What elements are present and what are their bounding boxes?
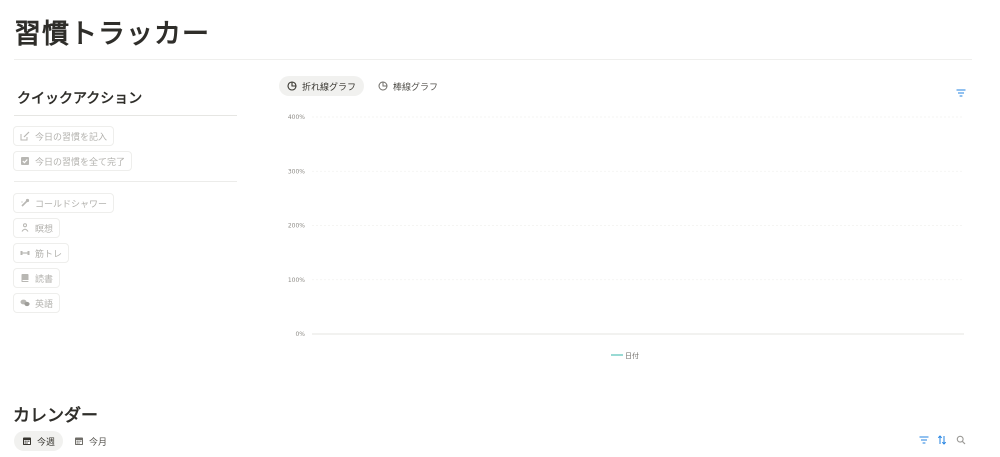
calendar-icon	[74, 436, 84, 446]
quick-actions-separator	[14, 181, 237, 182]
calendar-heading: カレンダー	[13, 406, 98, 426]
fill-today-habits-label: 今日の習慣を記入	[35, 132, 108, 143]
habit-button-label: 英語	[35, 299, 54, 310]
chart-legend: 日付	[611, 351, 639, 360]
chart-icon	[378, 81, 388, 91]
search-icon[interactable]	[955, 434, 967, 446]
habit-button-workout[interactable]: 筋トレ	[13, 243, 70, 263]
y-tick-label: 0%	[295, 331, 305, 338]
edit-icon	[20, 131, 30, 141]
y-tick-label: 300%	[288, 168, 305, 175]
line-chart: 0% 100% 200% 300% 400% 日付	[288, 114, 964, 360]
legend-label: 日付	[625, 351, 639, 360]
calendar-icon	[22, 436, 32, 446]
fill-today-habits-button[interactable]: 今日の習慣を記入	[13, 126, 115, 146]
tab-line-chart[interactable]: 折れ線グラフ	[279, 76, 365, 96]
habit-button-cold-shower[interactable]: コールドシャワー	[13, 193, 115, 213]
habit-button-label: コールドシャワー	[35, 199, 108, 210]
habit-button-label: 筋トレ	[35, 249, 63, 260]
y-tick-label: 200%	[288, 223, 305, 230]
speech-bubbles-icon	[20, 298, 30, 308]
habit-button-english[interactable]: 英語	[13, 293, 61, 313]
y-tick-label: 400%	[288, 114, 305, 121]
tab-this-week[interactable]: 今週	[14, 431, 64, 451]
tab-this-week-label: 今週	[37, 437, 56, 448]
shower-icon	[20, 198, 30, 208]
checkbox-icon	[20, 156, 30, 166]
habit-button-label: 瞑想	[35, 224, 54, 235]
tab-this-month[interactable]: 今月	[66, 431, 115, 451]
tab-line-chart-label: 折れ線グラフ	[302, 82, 357, 93]
complete-all-habits-label: 今日の習慣を全て完了	[35, 157, 126, 168]
quick-actions-heading: クイックアクション	[17, 91, 143, 107]
habit-button-reading[interactable]: 読書	[13, 268, 61, 288]
title-divider	[14, 59, 972, 60]
book-icon	[20, 273, 30, 283]
filter-icon[interactable]	[956, 82, 966, 101]
chart-icon	[287, 81, 297, 91]
page-title: 習慣トラッカー	[14, 19, 210, 50]
filter-icon[interactable]	[918, 434, 930, 446]
habit-button-label: 読書	[35, 274, 54, 285]
chart-y-ticks: 0% 100% 200% 300% 400%	[288, 114, 305, 338]
complete-all-habits-button[interactable]: 今日の習慣を全て完了	[13, 151, 133, 171]
tab-this-month-label: 今月	[89, 437, 108, 448]
quick-actions-divider	[14, 115, 237, 116]
tab-bar-chart[interactable]: 棒線グラフ	[370, 76, 446, 96]
chart-grid	[312, 116, 964, 335]
sort-icon[interactable]	[936, 434, 948, 446]
dumbbell-icon	[20, 248, 30, 258]
y-tick-label: 100%	[288, 277, 305, 284]
meditation-icon	[20, 223, 30, 233]
habit-button-meditation[interactable]: 瞑想	[13, 218, 61, 238]
tab-bar-chart-label: 棒線グラフ	[393, 82, 439, 93]
